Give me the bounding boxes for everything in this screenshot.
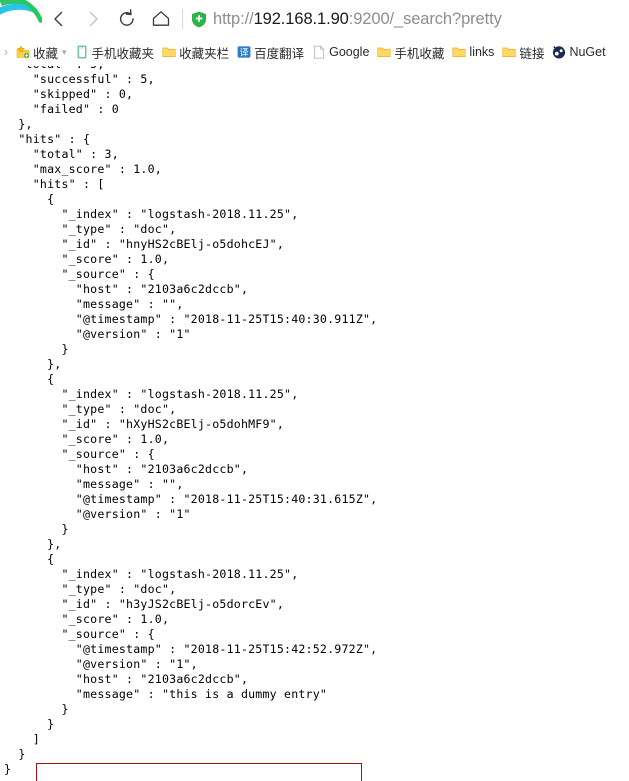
bookmark-favorites-bar[interactable]: 收藏夹栏 — [158, 40, 233, 64]
folder-icon — [162, 45, 176, 59]
forward-button[interactable] — [76, 2, 110, 36]
bookmark-mobile-collection[interactable]: 手机收藏 — [373, 40, 448, 64]
bookmark-mobile-favorites[interactable]: 手机收藏夹 — [71, 40, 159, 64]
url-scheme: http:// — [213, 9, 254, 28]
bookmark-label: 手机收藏夹 — [91, 46, 155, 61]
bookmark-nuget[interactable]: NuGet — [548, 40, 609, 64]
bookmark-label: 收藏 — [33, 46, 59, 61]
nuget-icon — [552, 45, 566, 59]
360-browser-logo-icon — [0, 0, 42, 38]
translate-icon: 译 — [237, 45, 251, 59]
green-shield-icon — [191, 11, 207, 28]
star-folder-icon — [16, 45, 30, 59]
page-icon — [312, 45, 326, 59]
bookmark-label: 手机收藏 — [394, 46, 445, 61]
url-host: 192.168.1.90 — [253, 9, 349, 28]
bookmarks-bar: › 收藏 ▾ 手机收藏夹 收藏夹栏 译 百度翻译 Google 手机收藏 lin… — [0, 38, 629, 67]
reload-button[interactable] — [110, 2, 144, 36]
json-response-body: "total" : 5, "successful" : 5, "skipped"… — [4, 66, 378, 776]
bookmark-links[interactable]: links — [448, 40, 498, 64]
toolbar-divider — [182, 9, 183, 29]
browser-toolbar: http://192.168.1.90:9200/_search?pretty — [0, 0, 629, 38]
bookmark-label: NuGet — [569, 45, 606, 59]
chevron-down-icon[interactable]: ▾ — [62, 47, 67, 57]
bookmark-google[interactable]: Google — [308, 40, 373, 64]
home-button[interactable] — [144, 2, 178, 36]
bookmark-lianjie[interactable]: 链接 — [498, 40, 548, 64]
page-content: "total" : 5, "successful" : 5, "skipped"… — [0, 66, 629, 781]
url-path: :9200/_search?pretty — [348, 9, 502, 28]
phone-icon — [75, 45, 89, 59]
bookmark-label: links — [469, 45, 495, 59]
address-bar[interactable]: http://192.168.1.90:9200/_search?pretty — [191, 10, 629, 29]
folder-icon — [502, 45, 516, 59]
svg-text:译: 译 — [240, 47, 249, 58]
browser-chrome: http://192.168.1.90:9200/_search?pretty … — [0, 0, 629, 67]
bookmarks-overflow-icon[interactable]: › — [2, 45, 12, 59]
bookmark-label: Google — [329, 45, 370, 59]
bookmark-favorites[interactable]: 收藏 ▾ — [12, 40, 71, 64]
back-button[interactable] — [42, 2, 76, 36]
folder-icon — [452, 45, 466, 59]
url-text: http://192.168.1.90:9200/_search?pretty — [213, 10, 502, 29]
folder-icon — [377, 45, 391, 59]
bookmark-baidu-translate[interactable]: 译 百度翻译 — [233, 40, 308, 64]
bookmark-label: 收藏夹栏 — [179, 46, 230, 61]
bookmark-label: 链接 — [519, 46, 545, 61]
bookmark-label: 百度翻译 — [254, 46, 305, 61]
